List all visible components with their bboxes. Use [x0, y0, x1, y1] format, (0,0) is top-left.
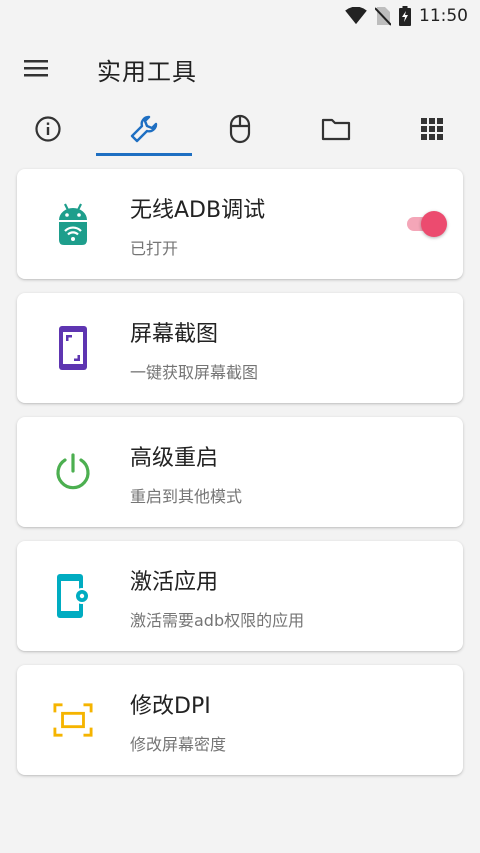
card-screenshot[interactable]: 屏幕截图 一键获取屏幕截图: [17, 293, 463, 403]
card-title: 激活应用: [130, 570, 219, 595]
folder-icon: [321, 118, 351, 141]
mouse-icon: [229, 114, 251, 144]
phone-settings-icon: [53, 574, 93, 618]
screenshot-icon: [53, 326, 93, 370]
card-subtitle: 激活需要adb权限的应用: [130, 611, 305, 630]
tool-list: 无线ADB调试 已打开 屏幕截图 一键获取屏幕截图 高级重启 重启到其他模式 激…: [0, 169, 480, 775]
tab-mouse[interactable]: [192, 102, 288, 156]
card-title: 无线ADB调试: [130, 198, 266, 223]
card-subtitle: 一键获取屏幕截图: [130, 363, 259, 382]
tab-files[interactable]: [288, 102, 384, 156]
wrench-icon: [130, 115, 158, 143]
no-sim-icon: [375, 7, 391, 26]
card-title: 屏幕截图: [130, 322, 219, 347]
card-change-dpi[interactable]: 修改DPI 修改屏幕密度: [17, 665, 463, 775]
power-icon: [53, 450, 93, 494]
card-title: 修改DPI: [130, 694, 211, 719]
app-bar: 实用工具: [0, 32, 480, 102]
dpi-frame-icon: [53, 698, 93, 742]
card-subtitle: 已打开: [130, 239, 179, 258]
wireless-adb-toggle[interactable]: [401, 211, 447, 237]
page-title: 实用工具: [97, 58, 197, 86]
apps-grid-icon: [421, 118, 443, 140]
card-subtitle: 修改屏幕密度: [130, 735, 227, 754]
tab-tools[interactable]: [96, 102, 192, 156]
toggle-thumb: [421, 211, 447, 237]
tab-bar: [0, 102, 480, 156]
status-time: 11:50: [419, 6, 468, 26]
card-title: 高级重启: [130, 446, 219, 471]
battery-charging-icon: [399, 6, 411, 26]
card-subtitle: 重启到其他模式: [130, 487, 243, 506]
android-wifi-icon: [53, 202, 93, 246]
info-icon: [35, 116, 61, 142]
card-wireless-adb[interactable]: 无线ADB调试 已打开: [17, 169, 463, 279]
tab-indicator: [96, 153, 192, 156]
wifi-icon: [345, 7, 367, 25]
menu-icon[interactable]: [24, 58, 50, 78]
status-bar: 11:50: [0, 0, 480, 32]
card-advanced-reboot[interactable]: 高级重启 重启到其他模式: [17, 417, 463, 527]
card-activate-app[interactable]: 激活应用 激活需要adb权限的应用: [17, 541, 463, 651]
tab-info[interactable]: [0, 102, 96, 156]
tab-apps[interactable]: [384, 102, 480, 156]
